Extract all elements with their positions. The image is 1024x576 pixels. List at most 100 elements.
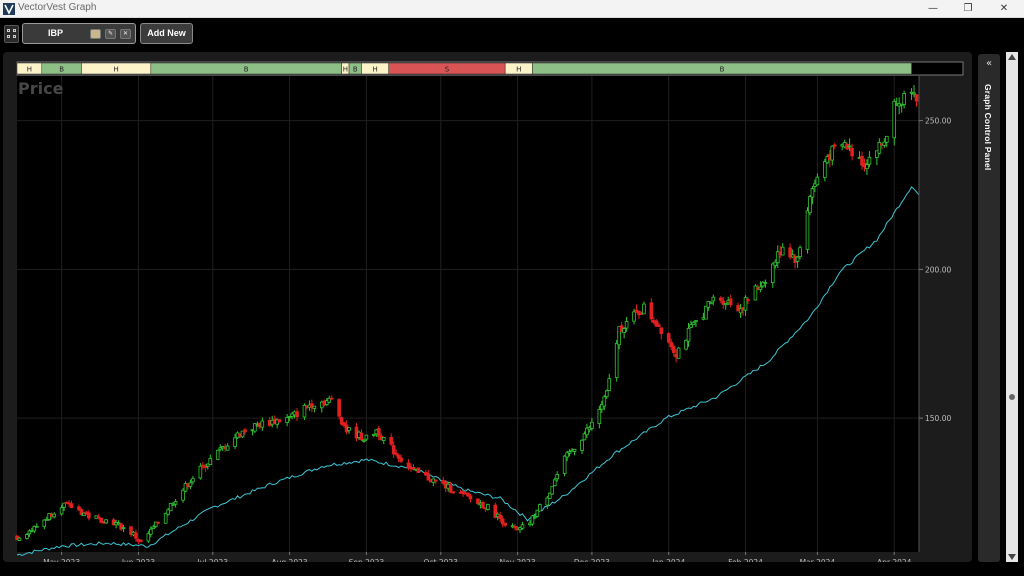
vertical-scrollbar[interactable] xyxy=(1006,52,1018,562)
candle-body xyxy=(121,527,126,530)
candle-body xyxy=(723,303,728,306)
candle-body xyxy=(151,526,156,529)
candle-body xyxy=(215,449,220,460)
candle-body xyxy=(711,296,716,302)
x-tick-label: Apr 2024 xyxy=(877,558,912,562)
candle-body xyxy=(481,502,485,509)
restore-icon[interactable]: ❐ xyxy=(955,1,981,17)
edit-icon[interactable]: ✎ xyxy=(105,29,116,39)
candle-body xyxy=(622,328,626,334)
candle-body xyxy=(233,437,237,448)
candle-body xyxy=(312,405,317,409)
candle-body xyxy=(912,92,916,95)
candle-body xyxy=(295,411,299,418)
candle-body xyxy=(416,467,421,474)
candle xyxy=(416,467,421,474)
chevron-left-icon[interactable]: « xyxy=(978,58,1000,69)
candle-body xyxy=(808,196,812,214)
candle-body xyxy=(243,429,247,433)
layout-grid-icon[interactable] xyxy=(4,25,19,43)
candle-body xyxy=(277,419,282,423)
candle xyxy=(215,449,220,460)
candle-body xyxy=(847,145,852,148)
close-icon[interactable]: ✕ xyxy=(991,1,1017,17)
candle-body xyxy=(173,501,178,505)
scroll-down-icon[interactable] xyxy=(1008,554,1016,560)
toolbar: IBP ✎ ✕ Add New xyxy=(0,19,1024,49)
candle-body xyxy=(552,479,557,487)
candle-body xyxy=(381,436,386,441)
candle-body xyxy=(69,503,74,508)
candle-body xyxy=(602,396,607,407)
candle-body xyxy=(139,539,143,542)
candle-body xyxy=(694,320,698,323)
title-bar: VectorVest Graph — ❐ ✕ xyxy=(0,0,1024,18)
candle-body xyxy=(746,299,750,301)
candle-body xyxy=(520,524,525,529)
candle-body xyxy=(590,421,594,429)
candle-body xyxy=(810,188,815,198)
candle-body xyxy=(832,144,837,147)
candle-body xyxy=(597,409,602,424)
candle-body xyxy=(203,466,208,469)
price-chart[interactable]: HBHBHBHSHB Price 150.00200.00250.00 May … xyxy=(3,52,972,567)
candle-body xyxy=(892,101,897,139)
minimize-icon[interactable]: — xyxy=(920,1,946,17)
candle-body xyxy=(572,448,577,452)
candle xyxy=(451,491,455,494)
candle-body xyxy=(337,399,341,417)
candle xyxy=(805,207,810,254)
candle-body xyxy=(550,486,555,495)
graph-control-panel-label: Graph Control Panel xyxy=(983,84,993,171)
signal-label: S xyxy=(445,66,450,74)
x-tick-label: Aug 2023 xyxy=(272,558,308,562)
candle-body xyxy=(728,298,733,306)
x-tick-label: Jan 2024 xyxy=(651,558,685,562)
vectorvest-logo-icon xyxy=(3,3,15,15)
candle xyxy=(808,194,812,216)
candle-body xyxy=(604,390,609,398)
candle-body xyxy=(364,434,369,440)
chart-panel: HBHBHBHSHB Price 150.00200.00250.00 May … xyxy=(3,52,972,567)
note-icon[interactable] xyxy=(90,29,101,39)
candle-body xyxy=(35,525,39,528)
candle-body xyxy=(17,537,22,541)
ticker-tab[interactable]: IBP ✎ ✕ xyxy=(22,23,136,44)
candle-body xyxy=(815,176,820,186)
candle-body xyxy=(533,516,537,519)
ticker-symbol: IBP xyxy=(48,28,64,38)
scroll-up-icon[interactable] xyxy=(1008,54,1016,60)
graph-control-panel[interactable]: « Graph Control Panel xyxy=(978,54,1000,562)
candle-body xyxy=(795,256,800,262)
scroll-thumb[interactable] xyxy=(1009,394,1015,400)
candle-body xyxy=(614,343,619,378)
candle-body xyxy=(52,513,56,518)
add-new-button[interactable]: Add New xyxy=(140,23,193,44)
candle-body xyxy=(805,210,810,250)
candle-body xyxy=(684,339,688,350)
candle-body xyxy=(867,156,872,165)
candle-body xyxy=(718,297,723,301)
candle xyxy=(538,503,542,512)
candle-body xyxy=(632,311,636,322)
chart-title: Price xyxy=(18,79,64,98)
candle-body xyxy=(649,302,654,320)
candle xyxy=(277,418,282,423)
candle-body xyxy=(329,397,334,400)
signal-label: B xyxy=(59,66,64,74)
candle xyxy=(753,284,758,301)
candle-body xyxy=(163,512,168,524)
candle-body xyxy=(188,482,193,487)
candle-body xyxy=(830,145,835,161)
candle xyxy=(614,339,619,382)
candle-body xyxy=(545,497,550,506)
candle-body xyxy=(208,458,213,466)
candle-body xyxy=(704,305,708,320)
candle-body xyxy=(201,464,205,467)
candle-body xyxy=(104,519,109,524)
candle-body xyxy=(659,327,664,335)
candle-body xyxy=(758,286,763,290)
candle-body xyxy=(555,474,560,480)
tab-close-icon[interactable]: ✕ xyxy=(120,29,131,39)
candle-body xyxy=(59,507,64,515)
